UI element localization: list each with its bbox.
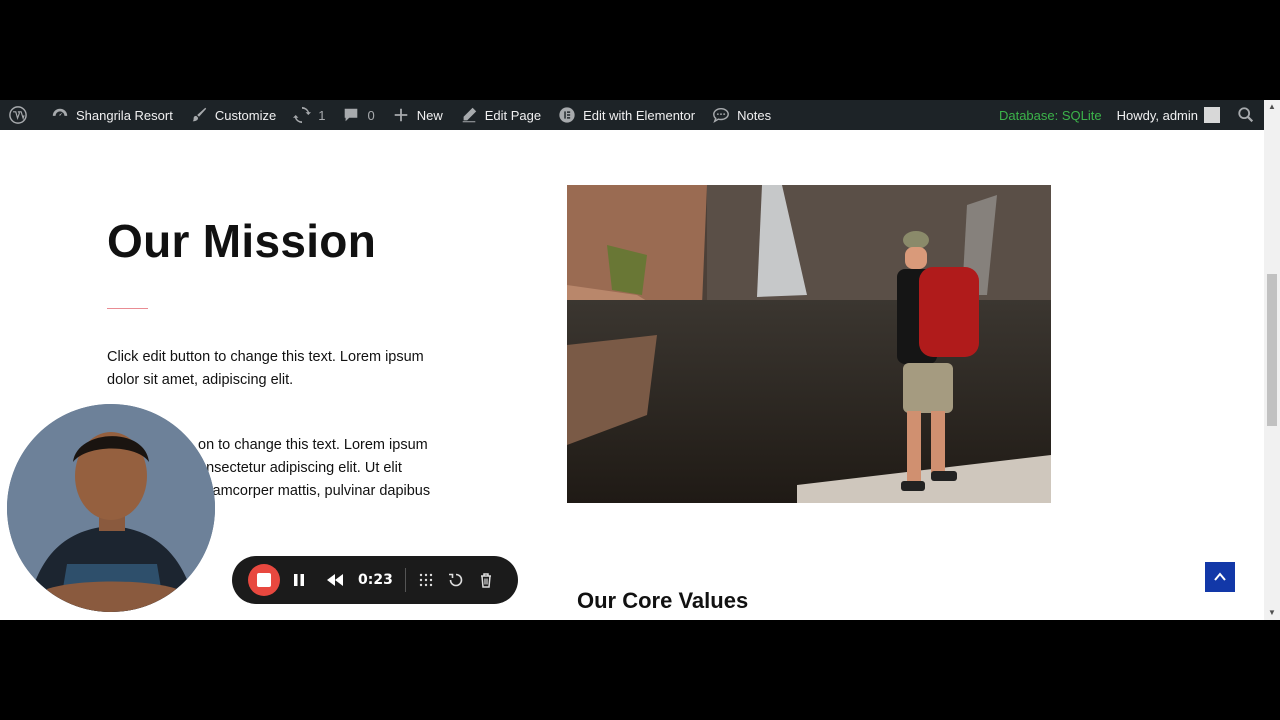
core-values-heading: Our Core Values (577, 588, 749, 613)
mission-heading: Our Mission (107, 215, 377, 267)
customize-label: Customize (214, 107, 277, 123)
hiker-waterfall-illustration (567, 185, 1051, 503)
paintbrush-icon (189, 105, 209, 125)
scroll-down-arrow-icon[interactable]: ▼ (1264, 606, 1280, 620)
notes-link[interactable]: Notes (703, 100, 779, 130)
comments-count: 0 (367, 107, 375, 123)
hiker-waterfall-image (567, 185, 1051, 503)
presenter-avatar (7, 404, 215, 612)
updates-icon (292, 105, 312, 125)
restart-icon (448, 573, 463, 587)
drag-handle[interactable] (418, 572, 434, 588)
elementor-label: Edit with Elementor (583, 107, 696, 123)
greeting-label: Howdy, admin (1116, 107, 1198, 123)
toolbar-separator (404, 568, 406, 592)
mission-paragraph-2: on to change this text. Lorem ipsum onse… (198, 437, 431, 499)
webcam-overlay[interactable] (7, 404, 215, 612)
search-button[interactable] (1228, 100, 1264, 130)
wp-admin-bar: Shangrila Resort Customize 1 0 New Edit … (0, 100, 1264, 130)
rewind-button[interactable] (326, 573, 344, 587)
pause-icon (294, 574, 304, 586)
search-icon (1236, 105, 1256, 125)
edit-page-label: Edit Page (484, 107, 542, 123)
site-name-link[interactable]: Shangrila Resort (42, 100, 181, 130)
page-scrollbar[interactable]: ▲ ▼ (1264, 100, 1280, 620)
trash-icon (480, 573, 491, 588)
customize-link[interactable]: Customize (181, 100, 284, 130)
notes-label: Notes (737, 107, 772, 123)
notes-bubble-icon (711, 105, 731, 125)
scroll-up-arrow-icon[interactable]: ▲ (1264, 100, 1280, 114)
rewind-icon (327, 574, 343, 586)
avatar (1204, 107, 1220, 123)
new-content-link[interactable]: New (383, 100, 451, 130)
wordpress-logo-button[interactable] (0, 100, 42, 130)
site-name-label: Shangrila Resort (76, 107, 173, 123)
restart-button[interactable] (448, 572, 464, 588)
stop-recording-button[interactable] (248, 564, 280, 596)
edit-page-link[interactable]: Edit Page (451, 100, 549, 130)
elementor-icon (557, 105, 577, 125)
dashboard-icon (50, 105, 70, 125)
database-indicator[interactable]: Database: SQLite (992, 108, 1109, 123)
my-account-link[interactable]: Howdy, admin (1109, 100, 1228, 130)
comment-bubble-icon (341, 105, 361, 125)
pencil-icon (459, 105, 479, 125)
stop-icon (257, 573, 271, 587)
screen-recorder-toolbar: 0:23 (232, 556, 518, 604)
grip-dots-icon (419, 573, 433, 587)
chevron-up-icon (1214, 572, 1226, 581)
admin-bar-secondary: Database: SQLite Howdy, admin (992, 100, 1264, 130)
heading-divider (107, 308, 148, 309)
scrollbar-thumb[interactable] (1267, 274, 1277, 426)
new-label: New (416, 107, 443, 123)
recording-timer: 0:23 (358, 572, 393, 588)
edit-with-elementor-link[interactable]: Edit with Elementor (549, 100, 703, 130)
delete-recording-button[interactable] (478, 572, 494, 588)
comments-link[interactable]: 0 (333, 100, 382, 130)
updates-link[interactable]: 1 (284, 100, 333, 130)
plus-icon (391, 105, 411, 125)
updates-count: 1 (318, 107, 326, 123)
mission-paragraph-1: Click edit button to change this text. L… (107, 349, 424, 388)
pause-button[interactable] (292, 573, 306, 587)
back-to-top-button[interactable] (1205, 562, 1235, 592)
wordpress-icon (8, 105, 28, 125)
